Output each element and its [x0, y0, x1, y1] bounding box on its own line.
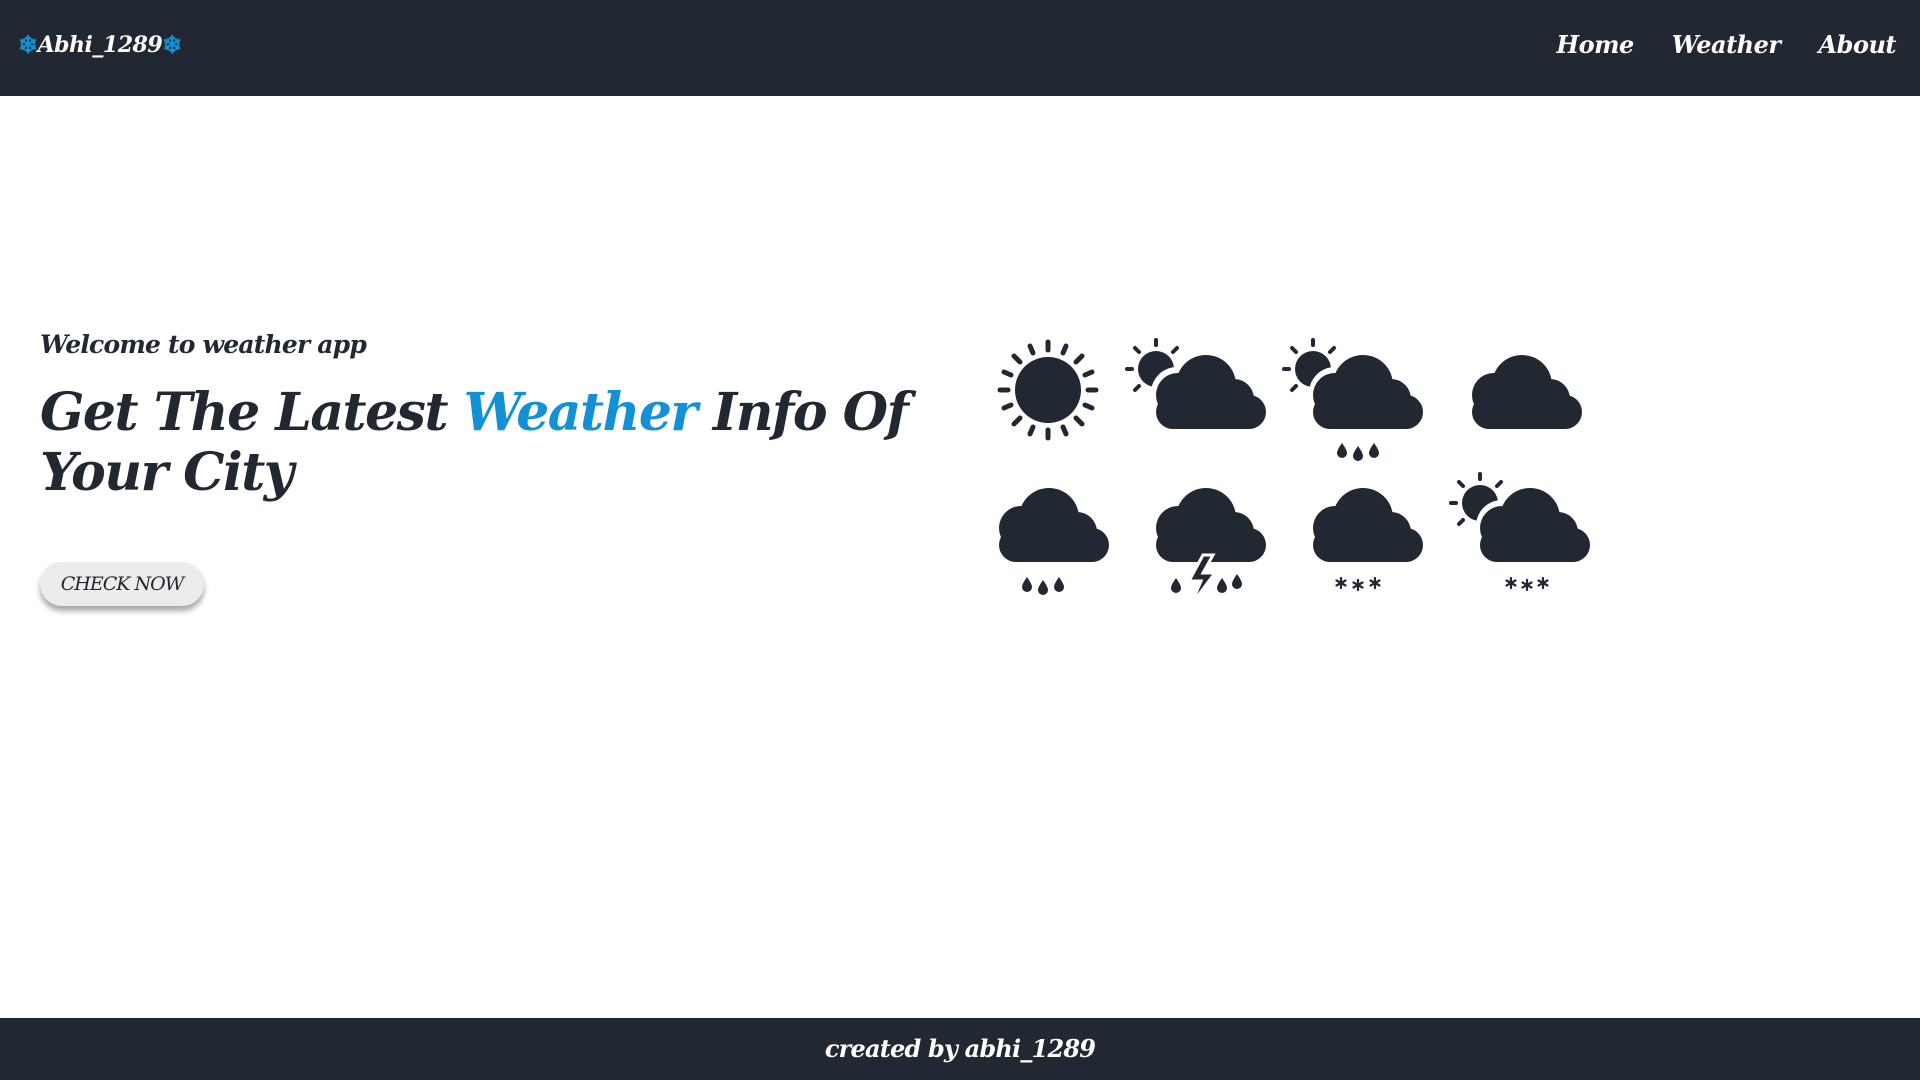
brand-name: Abhi_1289 [37, 31, 163, 58]
snow-icon [1313, 488, 1423, 592]
check-now-button[interactable]: CHECK NOW [40, 562, 204, 606]
partly-cloudy-rain-icon [1282, 338, 1423, 461]
brand-logo[interactable]: ❄ Abhi_1289 ❄ [18, 30, 182, 59]
nav-link-home[interactable]: Home [1556, 30, 1634, 59]
footer-credit: created by abhi_1289 [824, 1034, 1096, 1063]
hero-section: Welcome to weather app Get The Latest We… [40, 330, 920, 606]
snowflake-icon: ❄ [18, 30, 38, 59]
footer: created by abhi_1289 [0, 1018, 1920, 1080]
cloud-icon [1472, 355, 1582, 429]
headline-part-1: Get The Latest [40, 382, 464, 443]
thunderstorm-icon [1156, 488, 1266, 606]
nav-link-weather[interactable]: Weather [1672, 30, 1781, 59]
nav-links: Home Weather About [1556, 30, 1896, 59]
headline-accent: Weather [463, 382, 698, 443]
partly-cloudy-snow-icon [1449, 472, 1590, 592]
welcome-text: Welcome to weather app [40, 330, 367, 359]
page-title: Get The Latest Weather Info Of Your City [40, 383, 920, 503]
rain-icon [999, 488, 1109, 595]
sun-icon [997, 339, 1099, 441]
navbar: ❄ Abhi_1289 ❄ Home Weather About [0, 0, 1920, 96]
snowflake-icon: ❄ [162, 30, 182, 59]
nav-link-about[interactable]: About [1819, 30, 1897, 59]
partly-cloudy-icon [1125, 338, 1266, 429]
weather-icons-illustration [997, 338, 1590, 606]
